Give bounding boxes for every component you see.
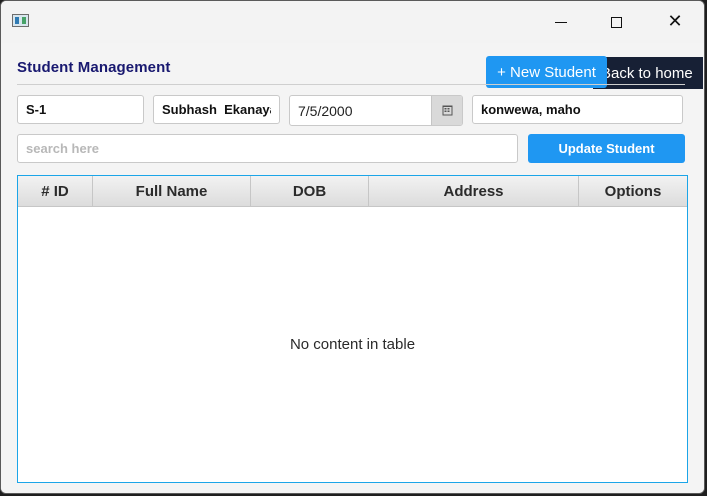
calendar-button[interactable]: [431, 96, 462, 125]
update-student-button[interactable]: Update Student: [528, 134, 685, 163]
close-icon: ✕: [667, 11, 683, 32]
maximize-button[interactable]: [593, 1, 639, 43]
column-address-header[interactable]: Address: [369, 176, 579, 206]
full-name-field[interactable]: [153, 95, 280, 124]
column-full-name-header[interactable]: Full Name: [93, 176, 251, 206]
minimize-button[interactable]: [538, 1, 584, 43]
student-id-field[interactable]: [17, 95, 144, 124]
application-window: ✕ Student Management Back to home + New …: [0, 0, 705, 494]
student-management-panel: Student Management Back to home + New St…: [1, 43, 704, 493]
page-title: Student Management: [17, 59, 171, 76]
search-input[interactable]: [17, 134, 518, 163]
minimize-icon: [555, 21, 567, 23]
students-table[interactable]: # ID Full Name DOB Address Options No co…: [17, 175, 688, 483]
empty-table-message: No content in table: [289, 335, 416, 353]
close-button[interactable]: ✕: [652, 1, 698, 43]
header-divider: [17, 84, 685, 85]
column-options-header[interactable]: Options: [579, 176, 687, 206]
column-dob-header[interactable]: DOB: [251, 176, 369, 206]
column-id-header[interactable]: # ID: [18, 176, 93, 206]
dob-date-picker[interactable]: [289, 95, 463, 126]
calendar-icon: [442, 105, 452, 116]
maximize-icon: [610, 16, 622, 28]
app-window-icon: [12, 14, 29, 27]
table-header: # ID Full Name DOB Address Options: [18, 176, 687, 207]
dob-field[interactable]: [290, 96, 448, 125]
address-field[interactable]: [472, 95, 683, 124]
window-titlebar: ✕: [1, 1, 704, 43]
